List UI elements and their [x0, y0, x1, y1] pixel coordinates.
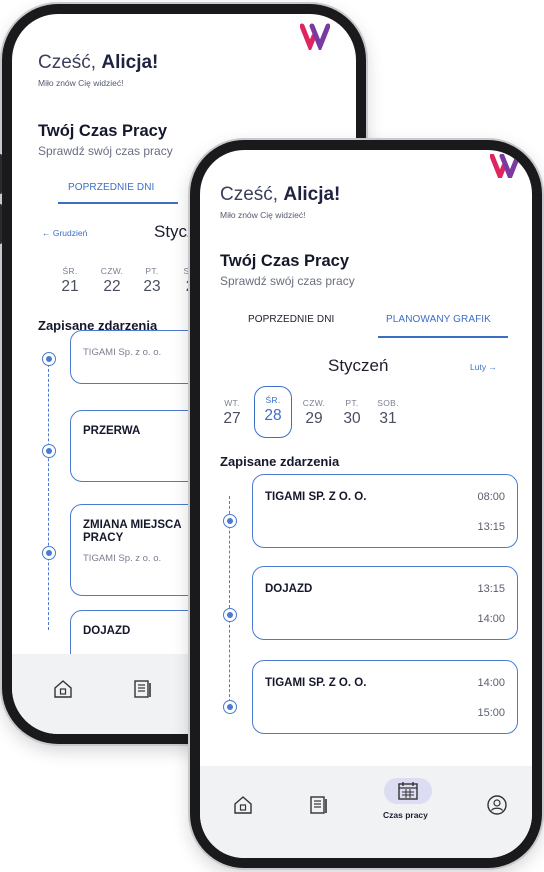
month-label: Styczeń — [328, 356, 389, 375]
timeline-dot — [223, 700, 237, 714]
day-item-selected[interactable]: ŚR. 28 — [254, 386, 292, 438]
section-subtitle: Sprawdź swój czas pracy — [38, 144, 173, 158]
timeline-dot — [42, 546, 56, 560]
front-phone: Cześć, Alicja! Miło znów Cię widzieć! Tw… — [190, 140, 542, 868]
volume-button — [0, 204, 2, 244]
day-item[interactable]: CZW. 22 — [94, 266, 130, 296]
day-item[interactable]: CZW. 29 — [296, 398, 332, 428]
prev-month-link[interactable]: ← Grudzień — [42, 228, 87, 238]
section-subtitle: Sprawdź swój czas pracy — [220, 274, 355, 288]
tab-underline — [378, 336, 508, 338]
greeting: Cześć, Alicja! — [220, 184, 341, 205]
timeline-dot — [223, 514, 237, 528]
greeting-subtitle: Miło znów Cię widzieć! — [220, 210, 306, 220]
day-item[interactable]: SOB. 31 — [370, 398, 406, 428]
app-logo — [300, 23, 330, 50]
calendar-icon[interactable] — [397, 781, 419, 801]
tab-planned-schedule[interactable]: PLANOWANY GRAFIK — [386, 314, 491, 325]
day-item[interactable]: PT. 23 — [134, 266, 170, 296]
events-title: Zapisane zdarzenia — [220, 454, 340, 469]
tab-underline — [58, 202, 178, 204]
day-item[interactable]: WT. 27 — [214, 398, 250, 428]
front-screen: Cześć, Alicja! Miło znów Cię widzieć! Tw… — [200, 150, 532, 858]
greeting-subtitle: Miło znów Cię widzieć! — [38, 78, 124, 88]
tab-previous-days[interactable]: POPRZEDNIE DNI — [248, 314, 334, 325]
event-card[interactable]: TIGAMI SP. Z O. O. 14:00 15:00 — [252, 660, 518, 734]
document-icon[interactable] — [132, 678, 154, 700]
event-card[interactable]: DOJAZD 13:15 14:00 — [252, 566, 518, 640]
volume-button — [0, 154, 2, 194]
home-icon[interactable] — [232, 794, 254, 816]
document-icon[interactable] — [308, 794, 330, 816]
tab-previous-days[interactable]: POPRZEDNIE DNI — [68, 182, 154, 193]
bottom-nav: Czas pracy — [200, 766, 532, 858]
timeline-line — [48, 354, 49, 630]
section-title: Twój Czas Pracy — [220, 252, 349, 270]
event-card[interactable]: TIGAMI SP. Z O. O. 08:00 13:15 — [252, 474, 518, 548]
timeline-dot — [42, 352, 56, 366]
app-logo — [490, 154, 520, 178]
section-title: Twój Czas Pracy — [38, 122, 167, 140]
day-item[interactable]: ŚR. 21 — [52, 266, 88, 296]
greeting: Cześć, Alicja! — [38, 52, 159, 73]
profile-icon[interactable] — [486, 794, 508, 816]
timeline-line — [229, 496, 230, 712]
nav-active-label: Czas pracy — [383, 810, 428, 820]
home-icon[interactable] — [52, 678, 74, 700]
day-item[interactable]: PT. 30 — [334, 398, 370, 428]
next-month-link[interactable]: Luty → — [470, 362, 497, 372]
timeline-dot — [42, 444, 56, 458]
timeline-dot — [223, 608, 237, 622]
